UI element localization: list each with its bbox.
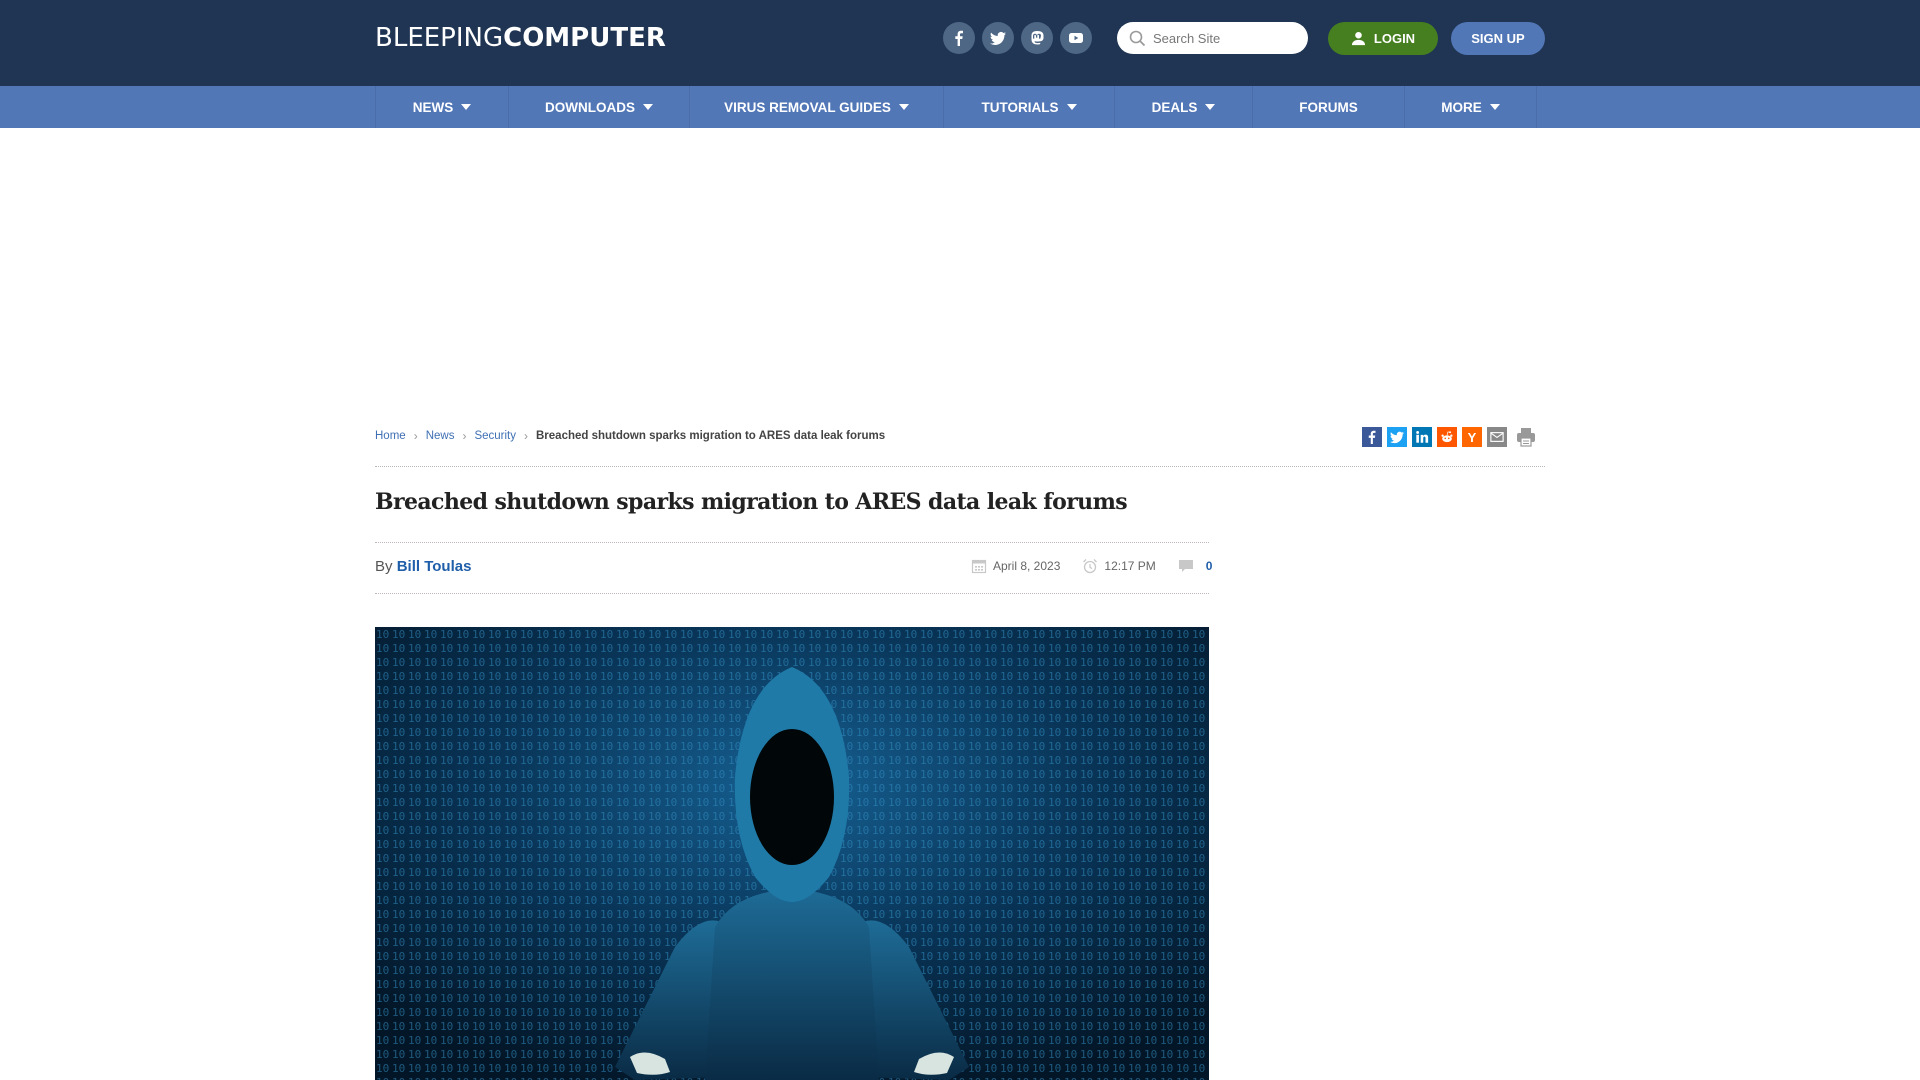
hackernews-icon: Y	[1467, 429, 1477, 445]
nav-label: DEALS	[1151, 99, 1198, 115]
nav-label: FORUMS	[1299, 99, 1358, 115]
twitter-icon	[1390, 431, 1404, 444]
share-reddit-button[interactable]	[1437, 427, 1457, 447]
by-label: By	[375, 558, 393, 575]
mastodon-icon	[1031, 31, 1044, 45]
chevron-right-icon: ›	[524, 429, 528, 443]
chevron-right-icon: ›	[413, 429, 418, 443]
facebook-link[interactable]	[943, 22, 975, 54]
nav-label: DOWNLOADS	[545, 99, 635, 115]
share-hackernews-button[interactable]: Y	[1462, 427, 1482, 447]
nav-item-downloads[interactable]: DOWNLOADS	[509, 86, 690, 128]
search-box	[1117, 22, 1308, 54]
site-header: BLEEPINGCOMPUTER LOGIN SIGN UP	[0, 0, 1920, 86]
printer-icon	[1517, 428, 1535, 447]
caret-down-icon	[1205, 104, 1216, 110]
nav-item-tutorials[interactable]: TUTORIALS	[944, 86, 1115, 128]
linkedin-icon	[1416, 431, 1429, 443]
article-meta: April 8, 2023 12:17 PM 0	[971, 558, 1212, 574]
logo-bold-text: COMPUTER	[503, 23, 666, 53]
youtube-link[interactable]	[1060, 22, 1092, 54]
share-email-button[interactable]	[1487, 427, 1507, 447]
nav-label: VIRUS REMOVAL GUIDES	[724, 99, 891, 115]
share-bar: Y	[1362, 426, 1537, 448]
signup-button[interactable]: SIGN UP	[1451, 22, 1545, 55]
article-hero-image: 10	[375, 627, 1209, 1080]
share-twitter-button[interactable]	[1387, 427, 1407, 447]
hooded-hacker-illustration: 10	[375, 627, 1209, 1080]
share-facebook-button[interactable]	[1362, 427, 1382, 447]
article-time: 12:17 PM	[1104, 559, 1156, 573]
youtube-icon	[1069, 33, 1083, 43]
breadcrumb: Home › News › Security › Breached shutdo…	[375, 429, 885, 443]
breadcrumb-current: Breached shutdown sparks migration to AR…	[536, 430, 886, 442]
logo-light-text: BLEEPING	[375, 23, 504, 53]
nav-label: NEWS	[412, 99, 454, 115]
hoodie-body	[705, 889, 879, 1080]
social-links	[943, 22, 1092, 54]
nav-item-forums[interactable]: FORUMS	[1253, 86, 1405, 128]
caret-down-icon	[461, 104, 472, 110]
twitter-link[interactable]	[982, 22, 1014, 54]
signup-label: SIGN UP	[1471, 31, 1525, 46]
user-icon	[1351, 31, 1365, 46]
email-icon	[1490, 432, 1504, 442]
calendar-icon	[971, 559, 987, 574]
nav-label: TUTORIALS	[981, 99, 1059, 115]
nav-item-more[interactable]: MORE	[1405, 86, 1537, 128]
reddit-icon	[1441, 431, 1453, 443]
facebook-icon	[955, 30, 963, 46]
divider	[375, 466, 1545, 467]
login-label: LOGIN	[1373, 31, 1416, 46]
nav-item-news[interactable]: NEWS	[376, 86, 509, 128]
search-icon	[1129, 30, 1146, 46]
comment-icon	[1178, 560, 1193, 572]
twitter-icon	[990, 31, 1006, 45]
chevron-right-icon: ›	[462, 429, 467, 443]
breadcrumb-news[interactable]: News	[426, 430, 455, 442]
caret-down-icon	[898, 104, 909, 110]
main-nav: NEWS DOWNLOADS VIRUS REMOVAL GUIDES TUTO…	[0, 86, 1920, 128]
facebook-icon	[1368, 430, 1376, 444]
nav-item-virus-removal-guides[interactable]: VIRUS REMOVAL GUIDES	[690, 86, 944, 128]
breadcrumb-security[interactable]: Security	[474, 430, 516, 442]
article-title: Breached shutdown sparks migration to AR…	[375, 489, 1128, 515]
hood-shadow	[750, 729, 834, 865]
search-input[interactable]	[1153, 30, 1293, 46]
caret-down-icon	[1489, 104, 1500, 110]
comment-count[interactable]: 0	[1206, 559, 1213, 573]
divider	[375, 593, 1209, 594]
breadcrumb-home[interactable]: Home	[375, 430, 406, 442]
caret-down-icon	[643, 104, 653, 110]
print-button[interactable]	[1515, 426, 1537, 448]
login-button[interactable]: LOGIN	[1328, 22, 1438, 55]
nav-label: MORE	[1441, 99, 1482, 115]
mastodon-link[interactable]	[1021, 22, 1053, 54]
article-date: April 8, 2023	[993, 559, 1061, 573]
alarm-clock-icon	[1083, 559, 1098, 574]
author-link[interactable]: Bill Toulas	[397, 558, 472, 575]
divider	[375, 542, 1209, 543]
caret-down-icon	[1066, 104, 1077, 110]
article-byline: By Bill Toulas	[375, 558, 471, 575]
nav-item-deals[interactable]: DEALS	[1115, 86, 1253, 128]
site-logo[interactable]: BLEEPING COMPUTER	[375, 22, 666, 54]
share-linkedin-button[interactable]	[1412, 427, 1432, 447]
